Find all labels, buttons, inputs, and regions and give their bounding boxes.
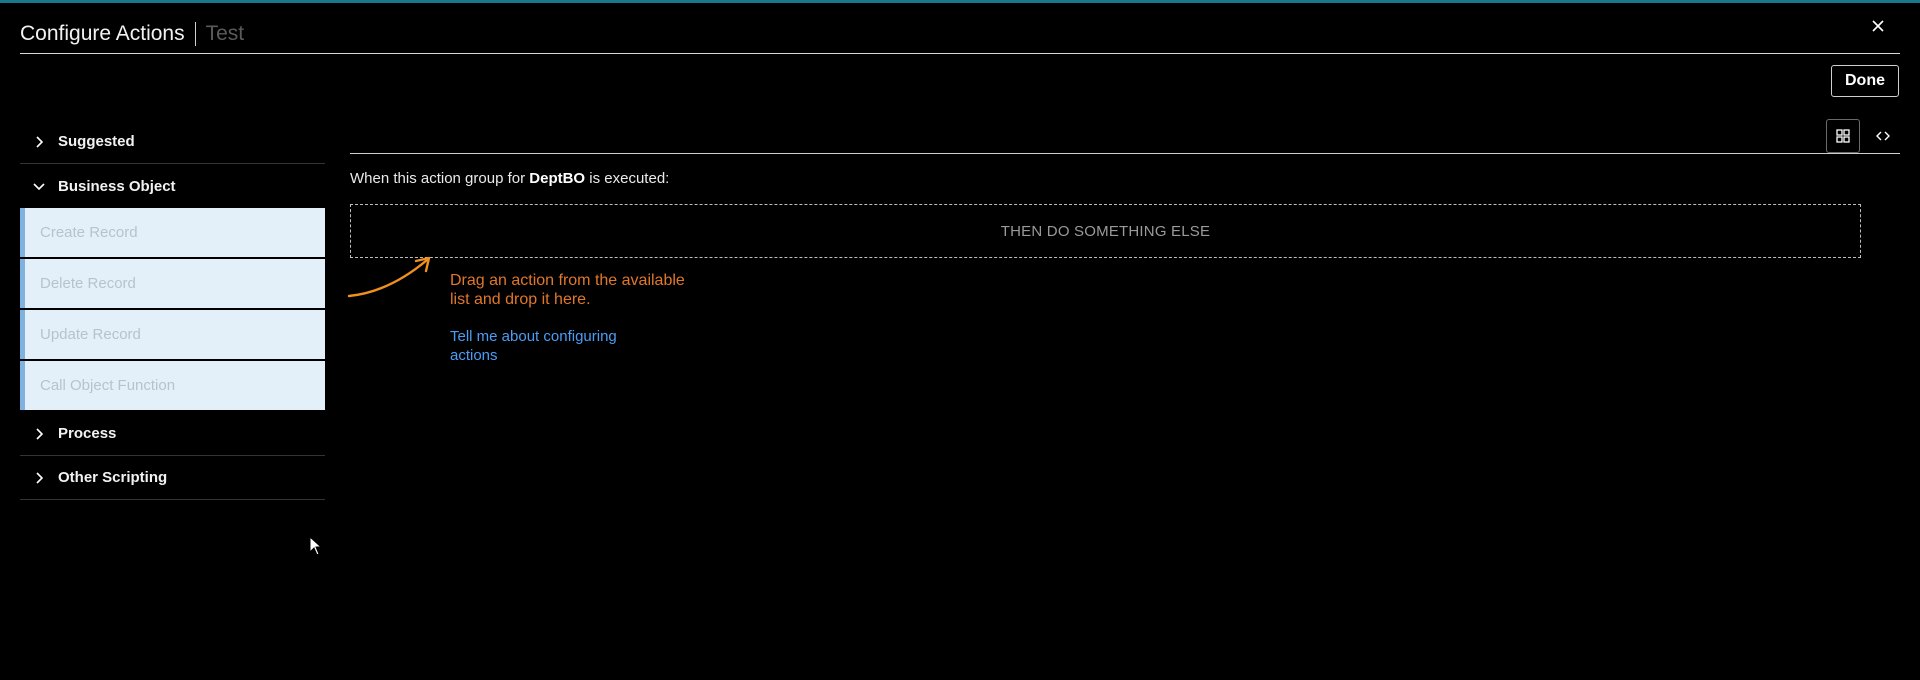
dialog-header: Configure Actions Test <box>20 14 1900 54</box>
chevron-right-icon <box>30 471 48 484</box>
action-update-record[interactable]: Update Record <box>20 310 325 359</box>
top-accent-bar <box>0 0 1920 3</box>
hint-arrow-icon <box>347 256 431 298</box>
section-label: Business Object <box>58 177 176 195</box>
code-view-button[interactable] <box>1866 119 1900 153</box>
action-drop-zone[interactable]: THEN DO SOMETHING ELSE <box>350 204 1861 258</box>
help-link[interactable]: Tell me about configuring actions <box>450 327 650 365</box>
grid-view-icon <box>1836 129 1850 143</box>
grid-view-button[interactable] <box>1826 119 1860 153</box>
chevron-right-icon <box>30 135 48 148</box>
drop-zone-label: THEN DO SOMETHING ELSE <box>1000 222 1211 240</box>
chevron-down-icon <box>30 182 48 190</box>
section-process[interactable]: Process <box>20 412 325 456</box>
section-label: Process <box>58 425 117 442</box>
close-icon <box>1872 20 1884 32</box>
mouse-cursor-icon <box>309 536 323 556</box>
action-group-description: When this action group for DeptBO is exe… <box>350 170 669 187</box>
done-button[interactable]: Done <box>1831 65 1899 97</box>
actions-sidebar: Suggested Business Object Create Record … <box>20 120 325 500</box>
code-view-icon <box>1876 131 1890 141</box>
close-button[interactable] <box>1866 14 1890 38</box>
dialog-subtitle: Test <box>205 21 245 45</box>
action-delete-record[interactable]: Delete Record <box>20 259 325 308</box>
action-call-object-function[interactable]: Call Object Function <box>20 361 325 410</box>
when-suffix: is executed: <box>585 170 670 187</box>
section-label: Suggested <box>58 133 135 150</box>
section-other-scripting[interactable]: Other Scripting <box>20 456 325 500</box>
when-prefix: When this action group for <box>350 170 530 187</box>
dialog-title: Configure Actions <box>20 21 196 46</box>
chevron-right-icon <box>30 427 48 440</box>
view-toggle <box>1826 119 1900 153</box>
object-name: DeptBO <box>529 170 586 187</box>
section-business-object[interactable]: Business Object <box>20 164 325 208</box>
section-label: Other Scripting <box>58 469 168 486</box>
section-suggested[interactable]: Suggested <box>20 120 325 164</box>
main-divider <box>350 153 1900 154</box>
action-create-record[interactable]: Create Record <box>20 208 325 257</box>
drag-hint: Drag an action from the available list a… <box>450 272 685 308</box>
